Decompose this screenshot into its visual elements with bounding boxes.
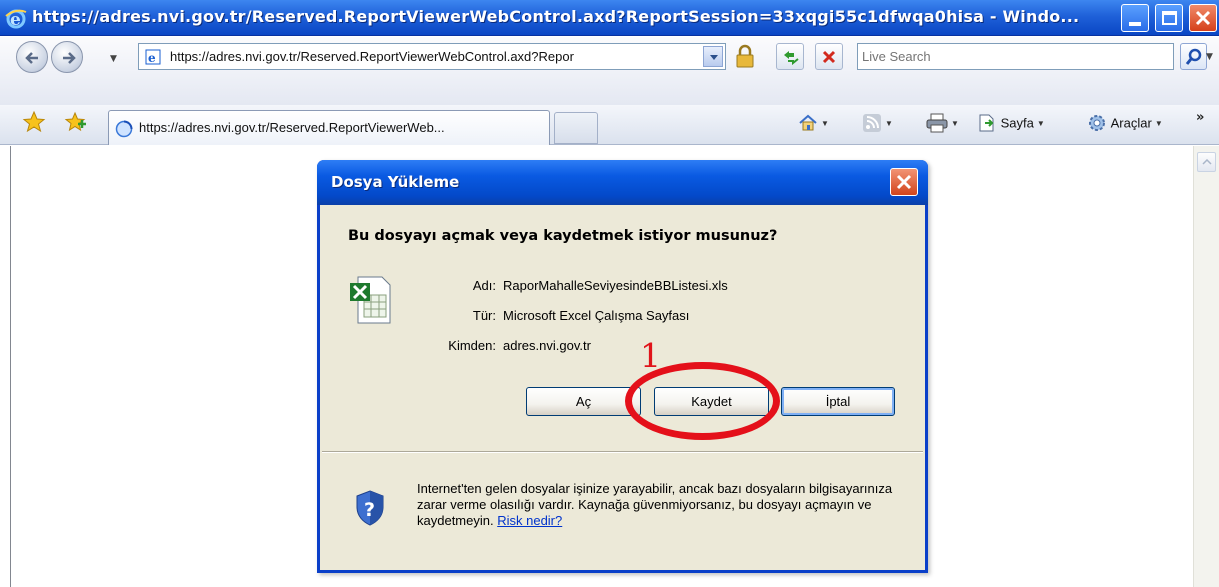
svg-text:e: e (148, 51, 156, 65)
search-options-dropdown[interactable]: ▼ (1206, 52, 1213, 62)
favorites-star-icon[interactable] (22, 110, 46, 134)
dialog-close-button[interactable] (890, 168, 918, 196)
printer-icon (926, 113, 948, 133)
file-type-label: Tür: (472, 308, 496, 323)
tools-menu-label: Araçlar (1110, 115, 1152, 131)
page-menu-label: Sayfa (1000, 115, 1034, 131)
maximize-icon (1162, 11, 1177, 25)
window-titlebar: e https://adres.nvi.gov.tr/Reserved.Repo… (0, 0, 1219, 36)
file-download-dialog: Dosya Yükleme Bu dosyayı açmak veya kayd… (317, 160, 928, 573)
file-source-value: adres.nvi.gov.tr (503, 338, 591, 353)
internet-explorer-icon: e (5, 9, 27, 30)
print-dropdown-icon[interactable]: ▼ (951, 119, 959, 128)
svg-text:?: ? (364, 499, 375, 521)
page-menu-icon (979, 114, 994, 132)
page-menu-button[interactable]: Sayfa ▼ (977, 113, 1045, 139)
file-name-value: RaporMahalleSeviyesindeBBListesi.xls (503, 278, 728, 293)
dialog-title: Dosya Yükleme (331, 173, 460, 191)
page-icon: e (145, 49, 161, 65)
warning-text: Internet'ten gelen dosyalar işinize yara… (417, 481, 893, 528)
search-input[interactable] (862, 47, 1162, 66)
home-dropdown-icon[interactable]: ▼ (821, 119, 829, 128)
file-name-label: Adı: (472, 278, 496, 293)
tools-menu-dropdown-icon: ▼ (1154, 118, 1163, 128)
lock-icon[interactable] (734, 44, 756, 68)
refresh-icon (784, 51, 799, 65)
dialog-separator (322, 451, 923, 453)
stop-icon (822, 50, 836, 64)
window-title: https://adres.nvi.gov.tr/Reserved.Report… (32, 7, 1080, 26)
loading-globe-icon (115, 120, 133, 138)
risk-link[interactable]: Risk nedir? (497, 513, 562, 528)
chevron-up-icon (1202, 159, 1212, 165)
tab-report[interactable]: https://adres.nvi.gov.tr/Reserved.Report… (108, 110, 550, 145)
forward-arrow-icon (63, 52, 76, 64)
recent-pages-dropdown[interactable]: ▼ (110, 54, 117, 64)
close-icon (896, 174, 912, 190)
stop-button[interactable] (815, 43, 843, 70)
tab-label: https://adres.nvi.gov.tr/Reserved.Report… (139, 120, 445, 135)
feeds-button[interactable]: ▼ (862, 113, 893, 139)
search-button[interactable] (1180, 43, 1207, 70)
rss-feed-icon (863, 114, 881, 132)
cancel-button[interactable]: İptal (781, 387, 895, 416)
url-text[interactable]: https://adres.nvi.gov.tr/Reserved.Report… (170, 49, 690, 64)
open-button[interactable]: Aç (526, 387, 641, 416)
feeds-dropdown-icon[interactable]: ▼ (885, 119, 893, 128)
back-button[interactable] (16, 41, 48, 73)
annotation-highlight-ellipse (625, 362, 780, 440)
print-button[interactable]: ▼ (926, 113, 959, 139)
refresh-button[interactable] (776, 43, 804, 70)
search-box[interactable] (857, 43, 1174, 70)
new-tab-button[interactable] (554, 112, 598, 144)
maximize-button[interactable] (1155, 4, 1183, 32)
vertical-scrollbar[interactable] (1193, 146, 1219, 587)
dialog-titlebar: Dosya Yükleme (317, 160, 928, 205)
tools-menu-button[interactable]: Araçlar ▼ (1087, 113, 1163, 139)
minimize-button[interactable] (1121, 4, 1149, 32)
file-source-label: Kimden: (448, 338, 496, 353)
minimize-icon (1129, 22, 1141, 26)
forward-button[interactable] (51, 41, 83, 73)
chevron-down-icon (710, 55, 718, 60)
address-dropdown-button[interactable] (703, 46, 723, 67)
home-button[interactable]: ▼ (798, 113, 829, 139)
scroll-up-button[interactable] (1197, 152, 1216, 172)
gear-icon (1089, 115, 1105, 131)
close-icon (1195, 10, 1211, 26)
security-shield-icon: ? (356, 490, 384, 526)
security-warning: Internet'ten gelen dosyalar işinize yara… (417, 481, 917, 529)
dialog-question: Bu dosyayı açmak veya kaydetmek istiyor … (348, 228, 778, 244)
home-icon (799, 114, 817, 131)
address-bar[interactable]: e https://adres.nvi.gov.tr/Reserved.Repo… (138, 43, 726, 70)
toolbar-overflow-chevron[interactable]: » (1196, 110, 1204, 125)
file-type-value: Microsoft Excel Çalışma Sayfası (503, 308, 690, 323)
excel-file-icon (350, 276, 391, 324)
back-arrow-icon (25, 52, 38, 64)
add-favorites-icon[interactable] (63, 110, 87, 134)
magnifier-icon (1185, 48, 1202, 65)
window-close-button[interactable] (1189, 4, 1217, 32)
page-menu-dropdown-icon: ▼ (1036, 118, 1045, 128)
